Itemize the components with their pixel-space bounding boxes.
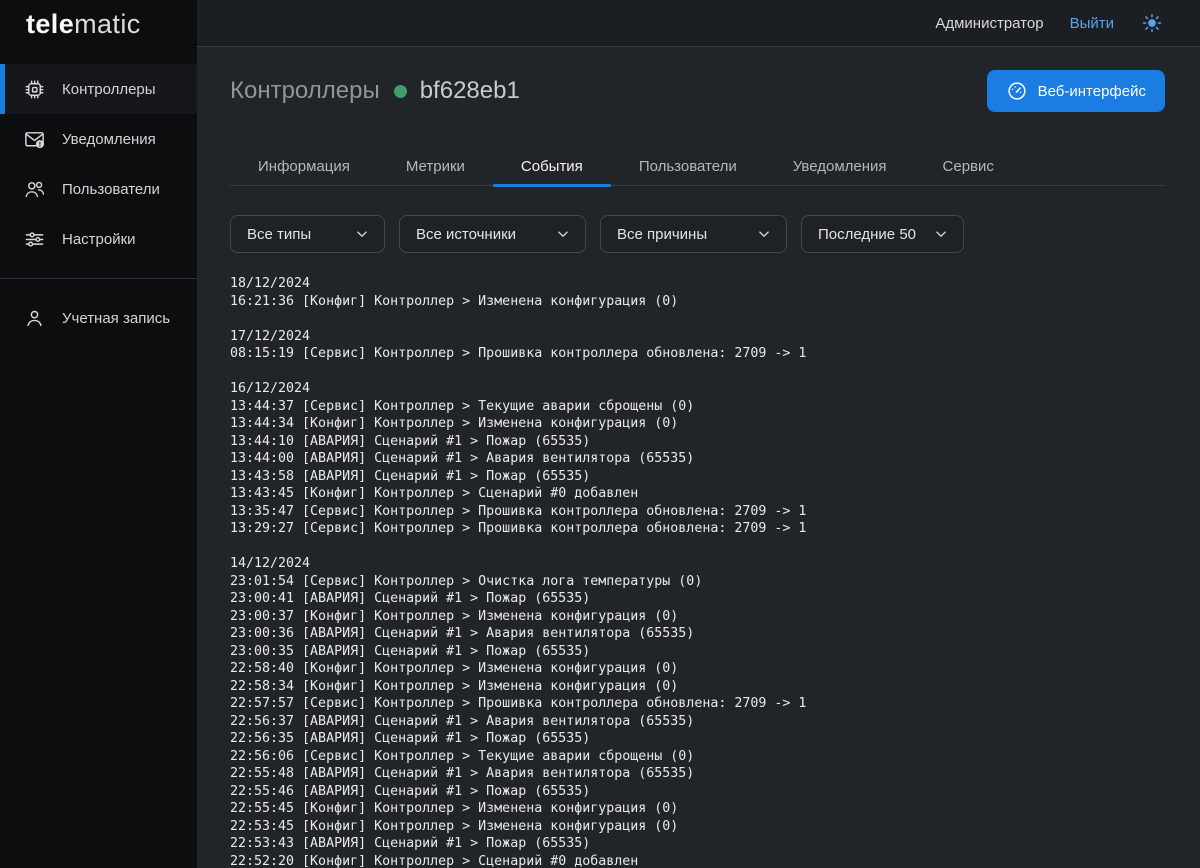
- tab-metrics[interactable]: Метрики: [378, 147, 493, 185]
- logo-area: telematic: [0, 0, 197, 48]
- sidebar: Контроллеры Уведомления Пользователи Настро…: [0, 48, 197, 868]
- tab-service[interactable]: Сервис: [915, 147, 1022, 185]
- main-content: Контроллеры bf628eb1 Веб-интерфейс Инфор…: [197, 48, 1200, 868]
- log-entry: 22:55:46 [АВАРИЯ] Сценарий #1 > Пожар (6…: [230, 783, 1165, 801]
- device-id: bf628eb1: [420, 77, 520, 105]
- type-filter[interactable]: Все типы: [230, 215, 385, 253]
- log-entry: 13:43:45 [Конфиг] Контроллер > Сценарий …: [230, 485, 1165, 503]
- log-date: 17/12/2024: [230, 328, 1165, 346]
- sliders-icon: [22, 227, 46, 251]
- log-entry: 22:56:35 [АВАРИЯ] Сценарий #1 > Пожар (6…: [230, 730, 1165, 748]
- log-entry: 22:55:45 [Конфиг] Контроллер > Изменена …: [230, 800, 1165, 818]
- log-entry: 22:58:40 [Конфиг] Контроллер > Изменена …: [230, 660, 1165, 678]
- tab-bar: Информация Метрики События Пользователи Увед…: [230, 147, 1165, 186]
- log-entry: 13:44:37 [Сервис] Контроллер > Текущие а…: [230, 398, 1165, 416]
- log-entry: 22:53:45 [Конфиг] Контроллер > Изменена …: [230, 818, 1165, 836]
- sidebar-item-label: Настройки: [62, 231, 136, 248]
- reason-filter[interactable]: Все причины: [600, 215, 787, 253]
- filter-value: Все источники: [416, 226, 516, 243]
- log-entry: 22:56:37 [АВАРИЯ] Сценарий #1 > Авария в…: [230, 713, 1165, 731]
- tab-notifications[interactable]: Уведомления: [765, 147, 915, 185]
- web-interface-button[interactable]: Веб-интерфейс: [987, 70, 1165, 112]
- tab-info[interactable]: Информация: [230, 147, 378, 185]
- chevron-down-icon: [554, 225, 572, 243]
- log-entry: 16:21:36 [Конфиг] Контроллер > Изменена …: [230, 293, 1165, 311]
- chip-icon: [22, 77, 46, 101]
- limit-filter[interactable]: Последние 50: [801, 215, 964, 253]
- log-entry: 13:44:00 [АВАРИЯ] Сценарий #1 > Авария в…: [230, 450, 1165, 468]
- log-entry: 23:00:36 [АВАРИЯ] Сценарий #1 > Авария в…: [230, 625, 1165, 643]
- logout-link[interactable]: Выйти: [1070, 15, 1114, 32]
- log-group: 17/12/202408:15:19 [Сервис] Контроллер >…: [230, 328, 1165, 363]
- filter-value: Последние 50: [818, 226, 916, 243]
- log-entry: 13:44:10 [АВАРИЯ] Сценарий #1 > Пожар (6…: [230, 433, 1165, 451]
- log-entry: 08:15:19 [Сервис] Контроллер > Прошивка …: [230, 345, 1165, 363]
- log-entry: 23:00:37 [Конфиг] Контроллер > Изменена …: [230, 608, 1165, 626]
- sidebar-item-notifications[interactable]: Уведомления: [0, 114, 197, 164]
- sidebar-item-users[interactable]: Пользователи: [0, 164, 197, 214]
- tab-events[interactable]: События: [493, 147, 611, 185]
- log-entry: 22:52:20 [Конфиг] Контроллер > Сценарий …: [230, 853, 1165, 868]
- log-date: 16/12/2024: [230, 380, 1165, 398]
- log-entry: 22:58:34 [Конфиг] Контроллер > Изменена …: [230, 678, 1165, 696]
- source-filter[interactable]: Все источники: [399, 215, 586, 253]
- tab-users[interactable]: Пользователи: [611, 147, 765, 185]
- page-header: Контроллеры bf628eb1 Веб-интерфейс: [230, 70, 1165, 112]
- sidebar-item-label: Контроллеры: [62, 81, 156, 98]
- log-date: 18/12/2024: [230, 275, 1165, 293]
- sidebar-item-account[interactable]: Учетная запись: [0, 293, 197, 343]
- event-log: 18/12/202416:21:36 [Конфиг] Контроллер >…: [230, 275, 1165, 868]
- app-logo[interactable]: telematic: [26, 9, 141, 40]
- tab-label: Метрики: [406, 158, 465, 175]
- filter-value: Все типы: [247, 226, 311, 243]
- tab-label: Пользователи: [639, 158, 737, 175]
- logo-light-part: matic: [74, 9, 141, 39]
- sidebar-item-label: Пользователи: [62, 181, 160, 198]
- chevron-down-icon: [353, 225, 371, 243]
- tab-label: Уведомления: [793, 158, 887, 175]
- log-entry: 22:56:06 [Сервис] Контроллер > Текущие а…: [230, 748, 1165, 766]
- log-group: 16/12/202413:44:37 [Сервис] Контроллер >…: [230, 380, 1165, 538]
- person-icon: [22, 306, 46, 330]
- theme-toggle-button[interactable]: [1140, 11, 1164, 35]
- gauge-icon: [1006, 80, 1028, 102]
- current-user-label: Администратор: [935, 15, 1043, 32]
- sidebar-items: Контроллеры Уведомления Пользователи Настро…: [0, 64, 197, 264]
- tab-label: Сервис: [943, 158, 994, 175]
- log-entry: 23:00:35 [АВАРИЯ] Сценарий #1 > Пожар (6…: [230, 643, 1165, 661]
- sidebar-item-controllers[interactable]: Контроллеры: [0, 64, 197, 114]
- sidebar-divider: [0, 278, 197, 279]
- web-interface-button-label: Веб-интерфейс: [1038, 83, 1146, 100]
- mail-alert-icon: [22, 127, 46, 151]
- log-group: 14/12/202423:01:54 [Сервис] Контроллер >…: [230, 555, 1165, 868]
- log-entry: 13:43:58 [АВАРИЯ] Сценарий #1 > Пожар (6…: [230, 468, 1165, 486]
- page-title: Контроллеры: [230, 77, 380, 105]
- tab-label: Информация: [258, 158, 350, 175]
- filter-value: Все причины: [617, 226, 707, 243]
- log-group: 18/12/202416:21:36 [Конфиг] Контроллер >…: [230, 275, 1165, 310]
- log-entry: 23:01:54 [Сервис] Контроллер > Очистка л…: [230, 573, 1165, 591]
- logo-bold-part: tele: [26, 9, 74, 39]
- log-date: 14/12/2024: [230, 555, 1165, 573]
- log-entry: 22:55:48 [АВАРИЯ] Сценарий #1 > Авария в…: [230, 765, 1165, 783]
- topbar: telematic Администратор Выйти: [0, 0, 1200, 47]
- log-entry: 22:53:43 [АВАРИЯ] Сценарий #1 > Пожар (6…: [230, 835, 1165, 853]
- sidebar-item-settings[interactable]: Настройки: [0, 214, 197, 264]
- status-dot: [394, 85, 407, 98]
- users-icon: [22, 177, 46, 201]
- log-entry: 22:57:57 [Сервис] Контроллер > Прошивка …: [230, 695, 1165, 713]
- log-entry: 13:29:27 [Сервис] Контроллер > Прошивка …: [230, 520, 1165, 538]
- chevron-down-icon: [932, 225, 950, 243]
- sidebar-item-label: Учетная запись: [62, 310, 170, 327]
- filter-bar: Все типы Все источники Все причины Последни…: [230, 215, 1165, 253]
- tab-label: События: [521, 158, 583, 175]
- log-entry: 13:35:47 [Сервис] Контроллер > Прошивка …: [230, 503, 1165, 521]
- sidebar-item-label: Уведомления: [62, 131, 156, 148]
- sun-icon: [1141, 12, 1163, 34]
- log-entry: 23:00:41 [АВАРИЯ] Сценарий #1 > Пожар (6…: [230, 590, 1165, 608]
- log-entry: 13:44:34 [Конфиг] Контроллер > Изменена …: [230, 415, 1165, 433]
- chevron-down-icon: [755, 225, 773, 243]
- topbar-right: Администратор Выйти: [197, 0, 1200, 46]
